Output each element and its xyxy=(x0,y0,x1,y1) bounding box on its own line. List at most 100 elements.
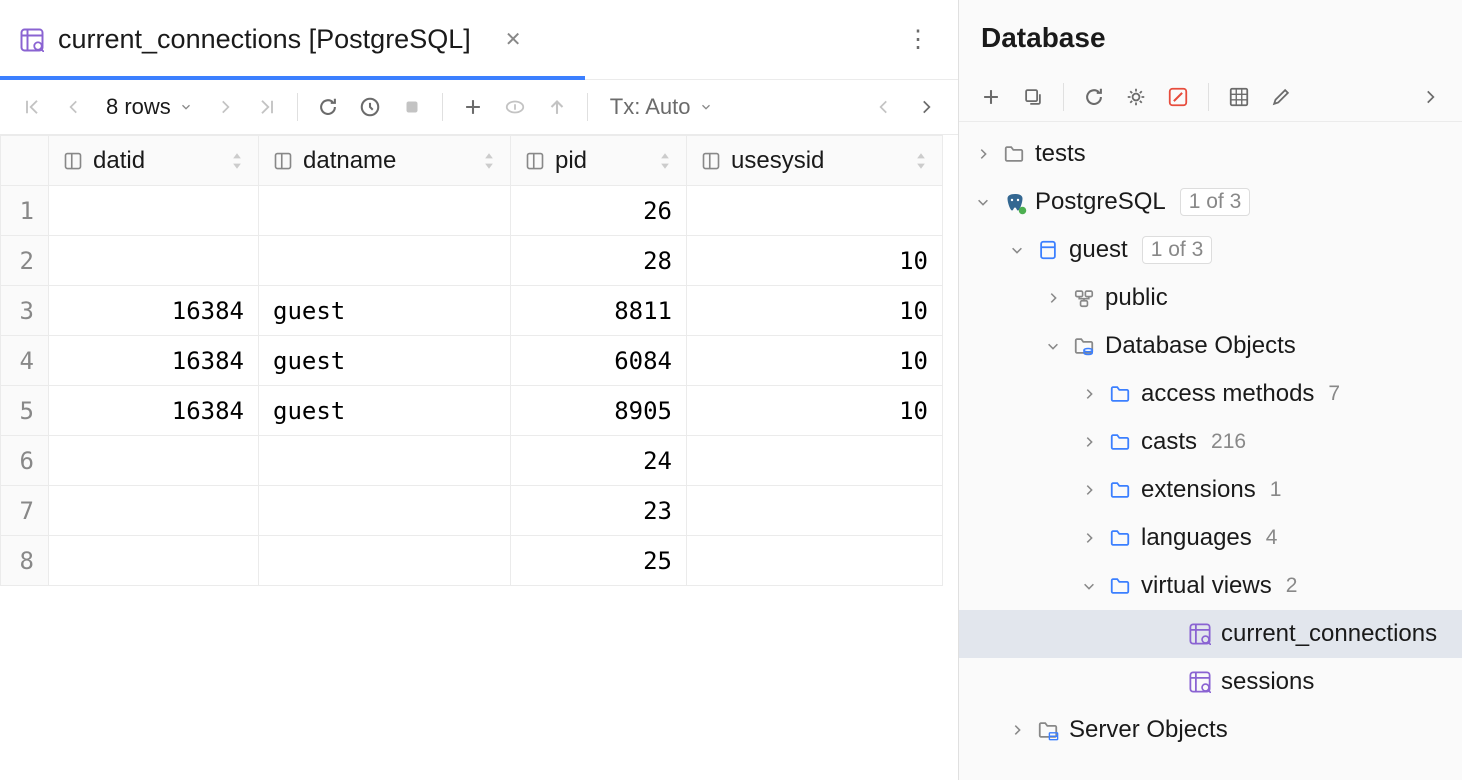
table-row[interactable]: 7 23 xyxy=(1,486,943,536)
tree-item-postgresql[interactable]: PostgreSQL1 of 3 xyxy=(959,178,1462,226)
cell-datname[interactable] xyxy=(259,486,511,536)
tree-toggle-icon[interactable] xyxy=(1159,624,1179,644)
cell-datid[interactable]: 16384 xyxy=(49,336,259,386)
table-row[interactable]: 516384guest890510 xyxy=(1,386,943,436)
cell-datname[interactable] xyxy=(259,436,511,486)
cell-datname[interactable]: guest xyxy=(259,336,511,386)
revert-button[interactable] xyxy=(497,89,533,125)
cell-datid[interactable] xyxy=(49,486,259,536)
table-row[interactable]: 2 2810 xyxy=(1,236,943,286)
tree-toggle-icon[interactable] xyxy=(973,144,993,164)
row-number[interactable]: 4 xyxy=(1,336,49,386)
tree-toggle-icon[interactable] xyxy=(1007,240,1027,260)
disconnect-button[interactable] xyxy=(1160,79,1196,115)
tree-item-access-methods[interactable]: access methods7 xyxy=(959,370,1462,418)
add-row-button[interactable] xyxy=(455,89,491,125)
nav-forward-button[interactable] xyxy=(908,89,944,125)
cell-datname[interactable] xyxy=(259,536,511,586)
cell-datid[interactable] xyxy=(49,536,259,586)
tree-toggle-icon[interactable] xyxy=(1159,672,1179,692)
tree-item-database-objects[interactable]: Database Objects xyxy=(959,322,1462,370)
tree-item-current_connections[interactable]: current_connections xyxy=(959,610,1462,658)
row-number[interactable]: 6 xyxy=(1,436,49,486)
cell-pid[interactable]: 24 xyxy=(511,436,687,486)
table-row[interactable]: 8 25 xyxy=(1,536,943,586)
row-number[interactable]: 8 xyxy=(1,536,49,586)
tree-toggle-icon[interactable] xyxy=(973,192,993,212)
cell-datname[interactable] xyxy=(259,186,511,236)
tree-item-server-objects[interactable]: Server Objects xyxy=(959,706,1462,754)
refresh-button[interactable] xyxy=(310,89,346,125)
cell-usesysid[interactable]: 10 xyxy=(687,336,943,386)
table-row[interactable]: 316384guest881110 xyxy=(1,286,943,336)
cell-datname[interactable]: guest xyxy=(259,286,511,336)
cell-pid[interactable]: 28 xyxy=(511,236,687,286)
first-page-button[interactable] xyxy=(14,89,50,125)
prev-page-button[interactable] xyxy=(56,89,92,125)
cell-pid[interactable]: 6084 xyxy=(511,336,687,386)
tree-item-languages[interactable]: languages4 xyxy=(959,514,1462,562)
table-row[interactable]: 1 26 xyxy=(1,186,943,236)
data-grid[interactable]: datiddatnamepidusesysid 12622810316384gu… xyxy=(0,135,958,780)
tx-mode-selector[interactable]: Tx: Auto xyxy=(600,94,723,120)
tab-more-button[interactable]: ⋮ xyxy=(898,25,938,54)
tree-item-guest[interactable]: guest1 of 3 xyxy=(959,226,1462,274)
cell-usesysid[interactable]: 10 xyxy=(687,386,943,436)
tree-item-casts[interactable]: casts216 xyxy=(959,418,1462,466)
row-number[interactable]: 5 xyxy=(1,386,49,436)
duplicate-button[interactable] xyxy=(1015,79,1051,115)
add-datasource-button[interactable] xyxy=(973,79,1009,115)
table-view-button[interactable] xyxy=(1221,79,1257,115)
cell-pid[interactable]: 8811 xyxy=(511,286,687,336)
tab-close-button[interactable]: ✕ xyxy=(505,27,522,52)
grid-corner[interactable] xyxy=(1,136,49,186)
cell-pid[interactable]: 23 xyxy=(511,486,687,536)
nav-back-button[interactable] xyxy=(866,89,902,125)
column-header-datid[interactable]: datid xyxy=(49,136,259,186)
table-row[interactable]: 6 24 xyxy=(1,436,943,486)
panel-expand-button[interactable] xyxy=(1412,79,1448,115)
cell-datname[interactable]: guest xyxy=(259,386,511,436)
cell-usesysid[interactable]: 10 xyxy=(687,286,943,336)
table-row[interactable]: 416384guest608410 xyxy=(1,336,943,386)
cell-usesysid[interactable] xyxy=(687,536,943,586)
tree-item-extensions[interactable]: extensions1 xyxy=(959,466,1462,514)
edit-button[interactable] xyxy=(1263,79,1299,115)
tree-toggle-icon[interactable] xyxy=(1079,432,1099,452)
next-page-button[interactable] xyxy=(207,89,243,125)
tree-toggle-icon[interactable] xyxy=(1079,384,1099,404)
tree-toggle-icon[interactable] xyxy=(1043,288,1063,308)
column-header-datname[interactable]: datname xyxy=(259,136,511,186)
cell-usesysid[interactable] xyxy=(687,436,943,486)
cell-datid[interactable] xyxy=(49,436,259,486)
cell-usesysid[interactable] xyxy=(687,186,943,236)
stop-button[interactable] xyxy=(394,89,430,125)
datasource-properties-button[interactable] xyxy=(1118,79,1154,115)
row-number[interactable]: 7 xyxy=(1,486,49,536)
submit-button[interactable] xyxy=(539,89,575,125)
tree-item-tests[interactable]: tests xyxy=(959,130,1462,178)
cell-usesysid[interactable] xyxy=(687,486,943,536)
tree-item-public[interactable]: public xyxy=(959,274,1462,322)
cell-datid[interactable] xyxy=(49,236,259,286)
tree-toggle-icon[interactable] xyxy=(1007,720,1027,740)
row-number[interactable]: 2 xyxy=(1,236,49,286)
tree-toggle-icon[interactable] xyxy=(1079,528,1099,548)
cell-pid[interactable]: 8905 xyxy=(511,386,687,436)
tab-current-connections[interactable]: current_connections [PostgreSQL] ✕ xyxy=(20,24,522,55)
cell-datid[interactable]: 16384 xyxy=(49,386,259,436)
cell-usesysid[interactable]: 10 xyxy=(687,236,943,286)
row-number[interactable]: 1 xyxy=(1,186,49,236)
cell-pid[interactable]: 25 xyxy=(511,536,687,586)
database-tree[interactable]: testsPostgreSQL1 of 3guest1 of 3publicDa… xyxy=(959,122,1462,780)
tree-item-sessions[interactable]: sessions xyxy=(959,658,1462,706)
last-page-button[interactable] xyxy=(249,89,285,125)
cell-pid[interactable]: 26 xyxy=(511,186,687,236)
tree-item-virtual-views[interactable]: virtual views2 xyxy=(959,562,1462,610)
column-header-pid[interactable]: pid xyxy=(511,136,687,186)
tree-toggle-icon[interactable] xyxy=(1079,576,1099,596)
cell-datid[interactable]: 16384 xyxy=(49,286,259,336)
cell-datid[interactable] xyxy=(49,186,259,236)
cell-datname[interactable] xyxy=(259,236,511,286)
tree-toggle-icon[interactable] xyxy=(1043,336,1063,356)
